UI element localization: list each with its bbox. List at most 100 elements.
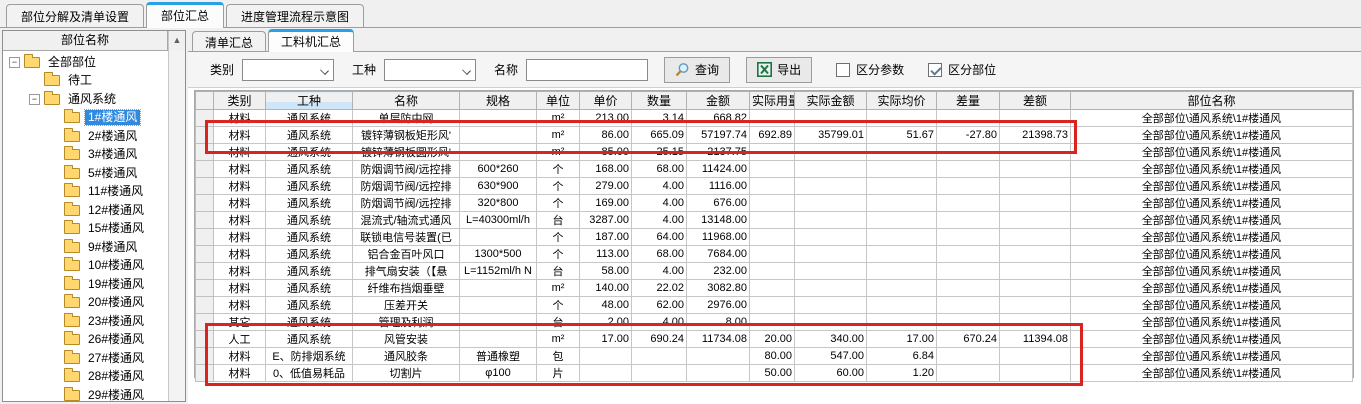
cell[interactable]: 22.02 (632, 280, 687, 297)
cell[interactable]: m² (537, 110, 580, 127)
cell[interactable] (580, 348, 632, 365)
cell[interactable]: 管理及利润 (353, 314, 460, 331)
cell[interactable] (1000, 314, 1071, 331)
cell[interactable]: 11394.08 (1000, 331, 1071, 348)
cell[interactable] (1000, 280, 1071, 297)
tree-item-label[interactable]: 29#楼通风 (85, 388, 147, 401)
cell[interactable]: 通风系统 (266, 110, 353, 127)
cell[interactable] (795, 144, 867, 161)
summary-tab-0[interactable]: 清单汇总 (192, 31, 266, 51)
cell[interactable] (937, 297, 1000, 314)
column-header-6[interactable]: 数量 (632, 92, 687, 110)
table-row[interactable]: 材料通风系统镀锌薄钢板圆形风'm²85.0025.152137.75全部部位\通… (196, 144, 1353, 161)
row-selector[interactable] (196, 314, 214, 331)
cell[interactable]: E、防排烟系统 (266, 348, 353, 365)
tree-item-label[interactable]: 10#楼通风 (85, 258, 147, 273)
cell[interactable]: 全部部位\通风系统\1#楼通风 (1071, 331, 1353, 348)
cell[interactable]: 2137.75 (687, 144, 750, 161)
cell[interactable]: 通风系统 (266, 331, 353, 348)
cell[interactable]: L=40300ml/h (460, 212, 537, 229)
cell[interactable]: 全部部位\通风系统\1#楼通风 (1071, 365, 1353, 382)
cell[interactable] (867, 195, 937, 212)
table-row[interactable]: 材料0、低值易耗品切割片φ100片50.0060.001.20全部部位\通风系统… (196, 365, 1353, 382)
cell[interactable]: 防烟调节阀/远控排 (353, 195, 460, 212)
cell[interactable]: 690.24 (632, 331, 687, 348)
cell[interactable] (687, 365, 750, 382)
cell[interactable]: 187.00 (580, 229, 632, 246)
cell[interactable] (937, 178, 1000, 195)
table-row[interactable]: 材料通风系统防烟调节阀/远控排630*900个279.004.001116.00… (196, 178, 1353, 195)
tree-item-label[interactable]: 全部部位 (45, 55, 99, 70)
cell[interactable]: 670.24 (937, 331, 1000, 348)
cell[interactable] (1000, 263, 1071, 280)
cell[interactable] (867, 280, 937, 297)
tree-item-27#楼通风[interactable]: 27#楼通风 (3, 349, 168, 368)
cell[interactable] (750, 110, 795, 127)
cell[interactable] (795, 314, 867, 331)
cell[interactable]: 692.89 (750, 127, 795, 144)
table-row[interactable]: 材料E、防排烟系统通风胶条普通橡塑包80.00547.006.84全部部位\通风… (196, 348, 1353, 365)
cell[interactable] (1000, 178, 1071, 195)
row-selector[interactable] (196, 297, 214, 314)
cell[interactable]: 50.00 (750, 365, 795, 382)
cell[interactable] (867, 161, 937, 178)
cell[interactable]: 11968.00 (687, 229, 750, 246)
cell[interactable]: 0、低值易耗品 (266, 365, 353, 382)
cell[interactable] (750, 314, 795, 331)
cell[interactable]: 材料 (214, 348, 266, 365)
cell[interactable] (460, 229, 537, 246)
tree-item-待工[interactable]: 待工 (3, 72, 168, 91)
cell[interactable] (1000, 297, 1071, 314)
cell[interactable] (937, 161, 1000, 178)
cell[interactable]: 80.00 (750, 348, 795, 365)
cell[interactable] (750, 178, 795, 195)
cell[interactable] (1000, 246, 1071, 263)
cell[interactable]: 25.15 (632, 144, 687, 161)
window-tab-1[interactable]: 部位汇总 (146, 2, 224, 28)
table-row[interactable]: 其它通风系统管理及利润台2.004.008.00全部部位\通风系统\1#楼通风 (196, 314, 1353, 331)
cell[interactable]: 材料 (214, 212, 266, 229)
tree-item-28#楼通风[interactable]: 28#楼通风 (3, 368, 168, 387)
tree-item-label[interactable]: 11#楼通风 (85, 184, 146, 199)
cell[interactable]: 通风系统 (266, 144, 353, 161)
tree-item-label[interactable]: 待工 (65, 73, 95, 88)
cell[interactable]: 材料 (214, 161, 266, 178)
cell[interactable]: 镀锌薄钢板矩形风' (353, 127, 460, 144)
cell[interactable]: 1300*500 (460, 246, 537, 263)
tree-item-11#楼通风[interactable]: 11#楼通风 (3, 183, 168, 202)
cell[interactable] (937, 263, 1000, 280)
tree-item-label[interactable]: 23#楼通风 (85, 314, 147, 329)
cell[interactable]: 13148.00 (687, 212, 750, 229)
cell[interactable]: 232.00 (687, 263, 750, 280)
tree-item-5#楼通风[interactable]: 5#楼通风 (3, 164, 168, 183)
cell[interactable]: 17.00 (867, 331, 937, 348)
cell[interactable] (795, 297, 867, 314)
window-tab-2[interactable]: 进度管理流程示意图 (226, 4, 364, 27)
cell[interactable]: 4.00 (632, 212, 687, 229)
cell[interactable]: m² (537, 331, 580, 348)
cell[interactable] (867, 246, 937, 263)
cell[interactable]: 668.82 (687, 110, 750, 127)
column-header-8[interactable]: 实际用量 (750, 92, 795, 110)
cell[interactable] (750, 144, 795, 161)
cell[interactable]: 全部部位\通风系统\1#楼通风 (1071, 161, 1353, 178)
cell[interactable]: 材料 (214, 110, 266, 127)
cell[interactable]: 全部部位\通风系统\1#楼通风 (1071, 263, 1353, 280)
table-row[interactable]: 材料通风系统排气扇安装（【悬L=1152ml/h N台58.004.00232.… (196, 263, 1353, 280)
cell[interactable]: 通风系统 (266, 280, 353, 297)
cell[interactable]: 排气扇安装（【悬 (353, 263, 460, 280)
column-header-10[interactable]: 实际均价 (867, 92, 937, 110)
cell[interactable] (632, 348, 687, 365)
cell[interactable] (1000, 161, 1071, 178)
cell[interactable]: 防烟调节阀/远控排 (353, 178, 460, 195)
cell[interactable] (460, 297, 537, 314)
cell[interactable]: 材料 (214, 229, 266, 246)
window-tab-0[interactable]: 部位分解及清单设置 (6, 4, 144, 27)
cell[interactable] (867, 263, 937, 280)
cell[interactable] (795, 110, 867, 127)
cell[interactable]: 17.00 (580, 331, 632, 348)
cell[interactable]: 混流式/轴流式通风 (353, 212, 460, 229)
row-selector[interactable] (196, 246, 214, 263)
cell[interactable] (795, 263, 867, 280)
cell[interactable]: 通风系统 (266, 246, 353, 263)
